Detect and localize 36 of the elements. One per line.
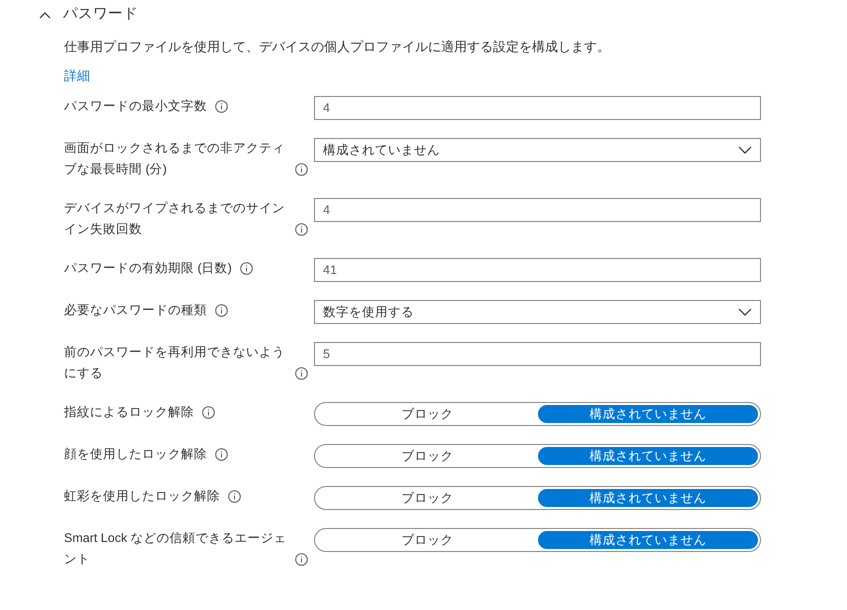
text-field[interactable]: 5 xyxy=(314,342,761,366)
description: 仕事用プロファイルを使用して、デバイスの個人プロファイルに適用する設定を構成します。 xyxy=(64,38,611,56)
info-icon[interactable] xyxy=(215,448,228,461)
chevron-down-icon xyxy=(738,146,752,154)
dropdown[interactable]: 構成されていません xyxy=(314,138,761,162)
setting-label: Smart Lock などの信頼できるエージェント xyxy=(64,530,287,568)
info-icon[interactable] xyxy=(202,406,215,419)
setting-label: 顔を使用したロック解除 xyxy=(64,446,207,463)
text-field[interactable]: 41 xyxy=(314,258,761,282)
setting-label: 虹彩を使用したロック解除 xyxy=(64,488,220,505)
toggle-option[interactable]: 構成されていません xyxy=(538,489,758,507)
info-icon[interactable] xyxy=(228,490,241,503)
toggle-option[interactable]: 構成されていません xyxy=(538,531,758,549)
dropdown[interactable]: 数字を使用する xyxy=(314,300,761,324)
details-link[interactable]: 詳細 xyxy=(64,66,90,85)
setting-label: 画面がロックされるまでの非アクティブな最長時間 (分) xyxy=(64,140,286,178)
setting-label: 必要なパスワードの種類 xyxy=(64,302,207,319)
setting-label: 前のパスワードを再利用できないようにする xyxy=(64,344,286,382)
chevron-down-icon xyxy=(738,308,752,316)
info-icon[interactable] xyxy=(295,553,308,566)
section-title: パスワード xyxy=(63,5,138,24)
info-icon[interactable] xyxy=(215,100,228,113)
setting-label: パスワードの有効期限 (日数) xyxy=(64,260,232,277)
setting-label: パスワードの最小文字数 xyxy=(64,98,207,115)
text-field[interactable]: 4 xyxy=(314,198,761,222)
info-icon[interactable] xyxy=(295,223,308,236)
info-icon[interactable] xyxy=(295,367,308,380)
text-field[interactable]: 4 xyxy=(314,96,761,120)
toggle-option[interactable]: 構成されていません xyxy=(538,405,758,423)
toggle-option[interactable]: 構成されていません xyxy=(538,447,758,465)
setting-label: デバイスがワイプされるまでのサインイン失敗回数 xyxy=(64,200,286,238)
info-icon[interactable] xyxy=(295,163,308,176)
info-icon[interactable] xyxy=(215,304,228,317)
info-icon[interactable] xyxy=(240,262,253,275)
setting-label: 指紋によるロック解除 xyxy=(64,404,194,421)
chevron-up-icon[interactable] xyxy=(39,11,51,19)
